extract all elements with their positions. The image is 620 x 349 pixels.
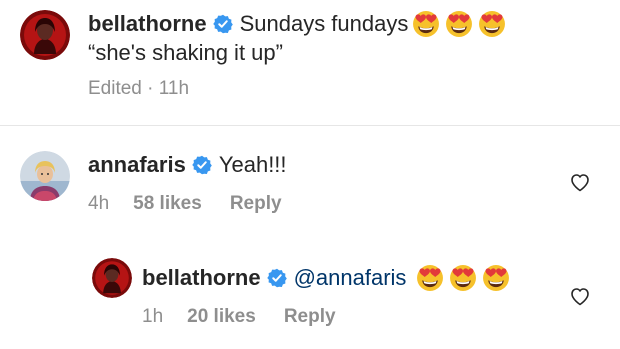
caption-edited-time: Edited · 11h (88, 78, 190, 99)
comment-text: Yeah!!! (218, 152, 287, 177)
comment-username[interactable]: bellathorne (142, 265, 261, 291)
heart-outline-icon[interactable] (568, 170, 592, 194)
heart-eyes-emoji-icon (412, 10, 440, 38)
heart-eyes-emoji-icon (482, 264, 510, 292)
comment-username[interactable]: annafaris (88, 152, 186, 178)
reply-button[interactable]: Reply (284, 306, 336, 328)
comment-meta: 4h 58 likes Reply (88, 193, 282, 215)
reply-comment-line: bellathorne @annafaris (142, 264, 510, 292)
heart-eyes-emoji-icon (445, 10, 473, 38)
heart-outline-icon[interactable] (568, 284, 592, 308)
comment-likes[interactable]: 58 likes (133, 193, 202, 215)
verified-badge-icon (192, 155, 212, 175)
comment-meta: 1h 20 likes Reply (142, 306, 336, 328)
comment-time[interactable]: 1h (142, 306, 163, 328)
verified-badge-icon (213, 14, 233, 34)
comment-line: annafaris Yeah!!! (88, 152, 287, 178)
comment-likes[interactable]: 20 likes (187, 306, 256, 328)
avatar-bellathorne[interactable] (92, 258, 132, 298)
avatar-bellathorne[interactable] (20, 10, 70, 60)
heart-eyes-emoji-icon (449, 264, 477, 292)
reply-button[interactable]: Reply (230, 193, 282, 215)
heart-eyes-emoji-icon (478, 10, 506, 38)
caption-divider (0, 125, 620, 126)
avatar-annafaris[interactable] (20, 151, 70, 201)
comment-time[interactable]: 4h (88, 193, 109, 215)
caption-line: bellathorne Sundays fundays (88, 10, 506, 38)
caption-meta: Edited · 11h (88, 78, 189, 100)
comment-mention[interactable]: @annafaris (294, 265, 407, 291)
heart-eyes-emoji-icon (416, 264, 444, 292)
caption-second-line: “she's shaking it up” (88, 40, 283, 65)
caption-username[interactable]: bellathorne (88, 11, 207, 37)
caption-text: Sundays fundays (239, 11, 409, 36)
verified-badge-icon (267, 268, 287, 288)
